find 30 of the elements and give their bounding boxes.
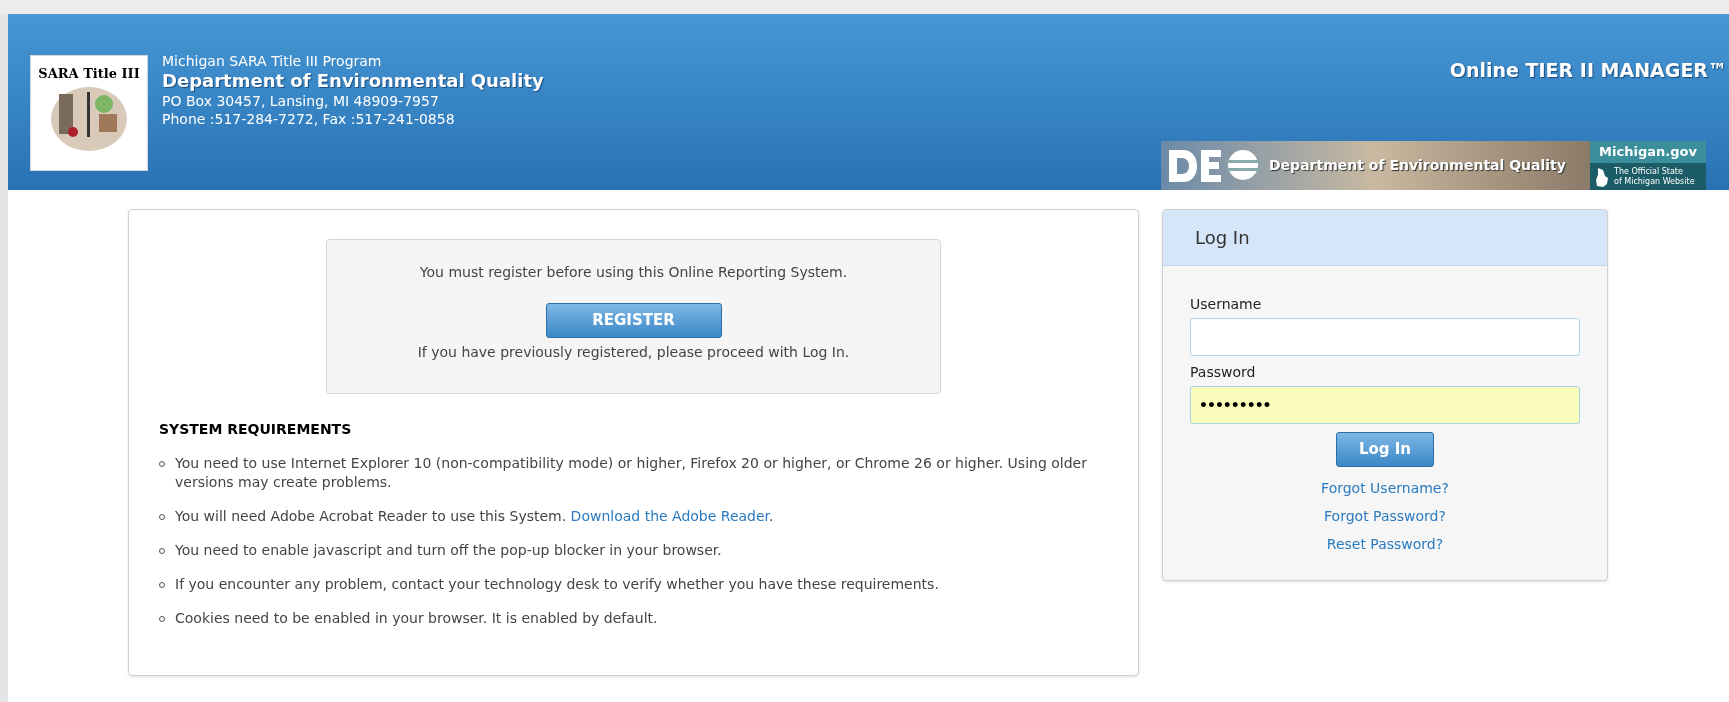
username-field[interactable] — [1190, 318, 1580, 356]
register-message: You must register before using this Online Reporting System. — [419, 263, 848, 282]
requirement-text: You need to enable javascript and turn off the pop-up blocker in your browser. — [175, 541, 722, 560]
login-title: Log In — [1195, 226, 1250, 250]
account-link[interactable]: Forgot Password? — [1324, 506, 1446, 527]
requirement-text: You need to use Internet Explorer 10 (non-compatibility mode) or higher, Firefox 20 or higher, or Chrome 26 or higher. Using older versions may create problems. — [175, 454, 1088, 492]
download-link[interactable]: Download the Adobe Reader — [570, 508, 770, 524]
contact-text: Phone :517-284-7272, Fax :517-241-0858 — [162, 110, 456, 128]
login-button[interactable]: Log In — [1336, 432, 1434, 467]
portal-tagline: of Michigan Website — [1614, 176, 1695, 187]
portal-tagline: The Official State — [1614, 166, 1684, 177]
requirements-heading: SYSTEM REQUIREMENTS — [159, 420, 353, 439]
app-title: Online TIER II MANAGER™ — [1449, 58, 1727, 83]
register-hint: If you have previously registered, please proceed with Log In. — [417, 343, 850, 362]
field-label: Username — [1190, 295, 1263, 314]
field-label: Password — [1190, 363, 1257, 382]
michigan-map-icon — [1594, 165, 1610, 188]
program-name: Michigan SARA Title III Program — [162, 52, 383, 70]
account-link[interactable]: Reset Password? — [1326, 534, 1444, 555]
department-name: Department of Environmental Quality — [162, 70, 544, 92]
requirement-text: You will need Adobe Acrobat Reader to use this System. Download the Adobe Reader. — [175, 507, 774, 526]
requirement-text: If you encounter any problem, contact your technology desk to verify whether you have these requirements. — [175, 575, 939, 594]
requirement-text: Cookies need to be enabled in your browser. It is enabled by default. — [175, 609, 658, 628]
address-text: PO Box 30457, Lansing, MI 48909-7957 — [162, 92, 440, 110]
register-button[interactable]: REGISTER — [545, 303, 722, 338]
account-link[interactable]: Forgot Username? — [1321, 478, 1449, 499]
password-field[interactable]: ••••••••• — [1190, 386, 1580, 424]
portal-name: Michigan.gov — [1590, 141, 1706, 163]
logo-text: SARA Title III — [38, 65, 140, 83]
banner-agency-name: Department of Environmental Quality — [1269, 156, 1566, 175]
